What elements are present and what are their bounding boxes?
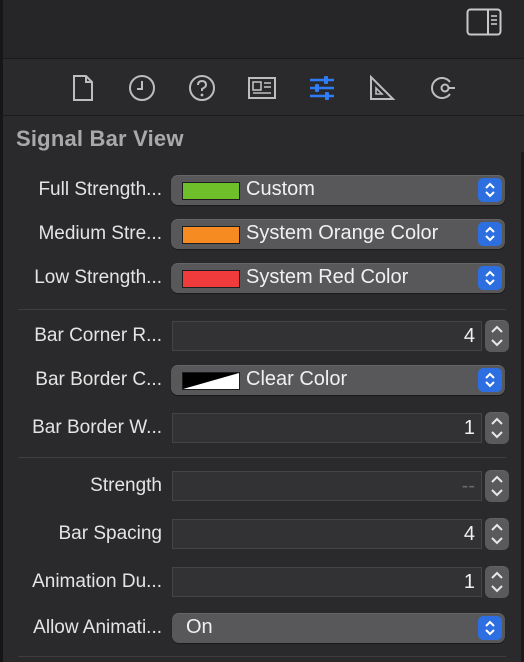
quick-help-icon[interactable] (187, 73, 217, 103)
field-value: 1 (463, 417, 475, 439)
animation-duration-field[interactable]: 1 (172, 567, 482, 597)
divider (18, 309, 506, 310)
field-value: -- (461, 475, 475, 497)
divider (18, 656, 506, 657)
popup-arrows-icon (478, 178, 502, 202)
section-title: Signal Bar View (16, 126, 184, 151)
popup-arrows-icon (478, 266, 502, 290)
full-strength-label: Full Strength... (38, 179, 162, 200)
color-swatch (182, 226, 240, 244)
bar-spacing-label: Bar Spacing (58, 523, 162, 544)
bar-spacing-field[interactable]: 4 (172, 519, 482, 549)
bar-corner-radius-field[interactable]: 4 (172, 321, 482, 351)
bar-border-width-stepper[interactable] (485, 412, 509, 444)
popup-arrows-icon (478, 368, 502, 392)
allow-animation-label: Allow Animati... (33, 617, 162, 638)
allow-animation-popup[interactable]: On (172, 613, 505, 643)
popup-arrows-icon (478, 616, 502, 640)
inspector-tabs (3, 59, 524, 116)
popup-value: System Orange Color (246, 222, 439, 244)
color-swatch (182, 182, 240, 200)
low-strength-label: Low Strength... (34, 267, 162, 288)
medium-strength-label: Medium Stre... (38, 223, 162, 244)
color-swatch (182, 270, 240, 288)
identity-inspector-icon[interactable] (247, 73, 277, 103)
popup-value: On (186, 616, 213, 638)
strength-field[interactable]: -- (172, 471, 482, 501)
bar-border-width-label: Bar Border W... (32, 417, 162, 438)
strength-stepper[interactable] (485, 470, 509, 502)
field-value: 1 (463, 571, 475, 593)
bar-border-width-field[interactable]: 1 (172, 413, 482, 443)
attributes-inspector-icon[interactable] (307, 73, 337, 103)
connections-inspector-icon[interactable] (427, 73, 457, 103)
popup-arrows-icon (478, 222, 502, 246)
inspector-toolbar (3, 0, 524, 59)
animation-duration-stepper[interactable] (485, 566, 509, 598)
file-inspector-icon[interactable] (68, 73, 98, 103)
divider (18, 457, 506, 458)
low-strength-color-popup[interactable]: System Red Color (171, 263, 505, 293)
animation-duration-label: Animation Du... (32, 571, 162, 592)
bar-corner-radius-stepper[interactable] (485, 320, 509, 352)
field-value: 4 (463, 523, 475, 545)
popup-value: Custom (246, 178, 315, 200)
bar-border-color-popup[interactable]: Clear Color (171, 365, 505, 395)
history-inspector-icon[interactable] (127, 73, 157, 103)
clear-color-swatch (182, 372, 240, 390)
bar-corner-radius-label: Bar Corner R... (34, 325, 162, 346)
medium-strength-color-popup[interactable]: System Orange Color (171, 219, 505, 249)
bar-spacing-stepper[interactable] (485, 518, 509, 550)
popup-value: System Red Color (246, 266, 409, 288)
popup-value: Clear Color (246, 368, 348, 390)
size-inspector-icon[interactable] (367, 73, 397, 103)
strength-label: Strength (90, 475, 162, 496)
bar-border-color-label: Bar Border C... (35, 369, 162, 390)
field-value: 4 (463, 325, 475, 347)
full-strength-color-popup[interactable]: Custom (171, 175, 505, 205)
toggle-inspector-icon[interactable] (466, 8, 502, 36)
